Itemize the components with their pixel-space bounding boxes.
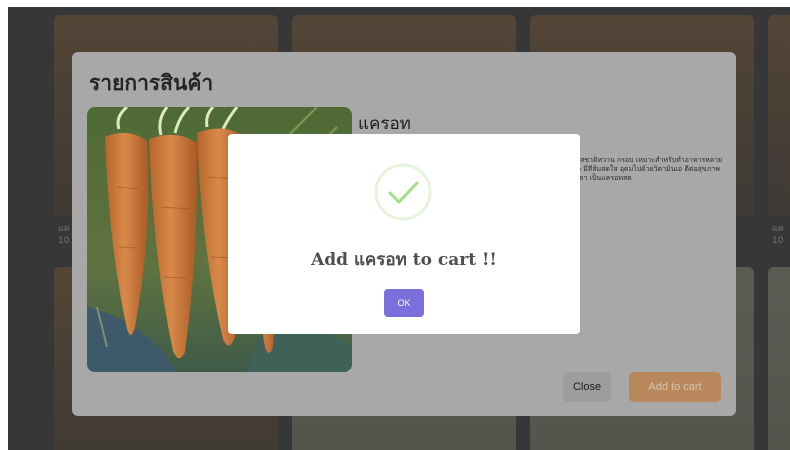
close-button[interactable]: Close	[563, 372, 611, 402]
ok-button[interactable]: OK	[384, 289, 424, 317]
add-to-cart-button[interactable]: Add to cart	[629, 372, 721, 402]
app-screen: แค 10 แค 10 รายการสินค้า	[8, 7, 790, 450]
product-name: แครอท	[358, 114, 411, 134]
product-description: ที่มีรสชาติหวาน กรอบ เหมาะสำหรับทำอาหารห…	[567, 156, 723, 182]
alert-message: Add แครอท to cart !!	[311, 250, 497, 270]
modal-title: รายการสินค้า	[89, 71, 214, 95]
success-alert-dialog: Add แครอท to cart !! OK	[228, 134, 580, 334]
success-check-icon	[374, 163, 432, 221]
